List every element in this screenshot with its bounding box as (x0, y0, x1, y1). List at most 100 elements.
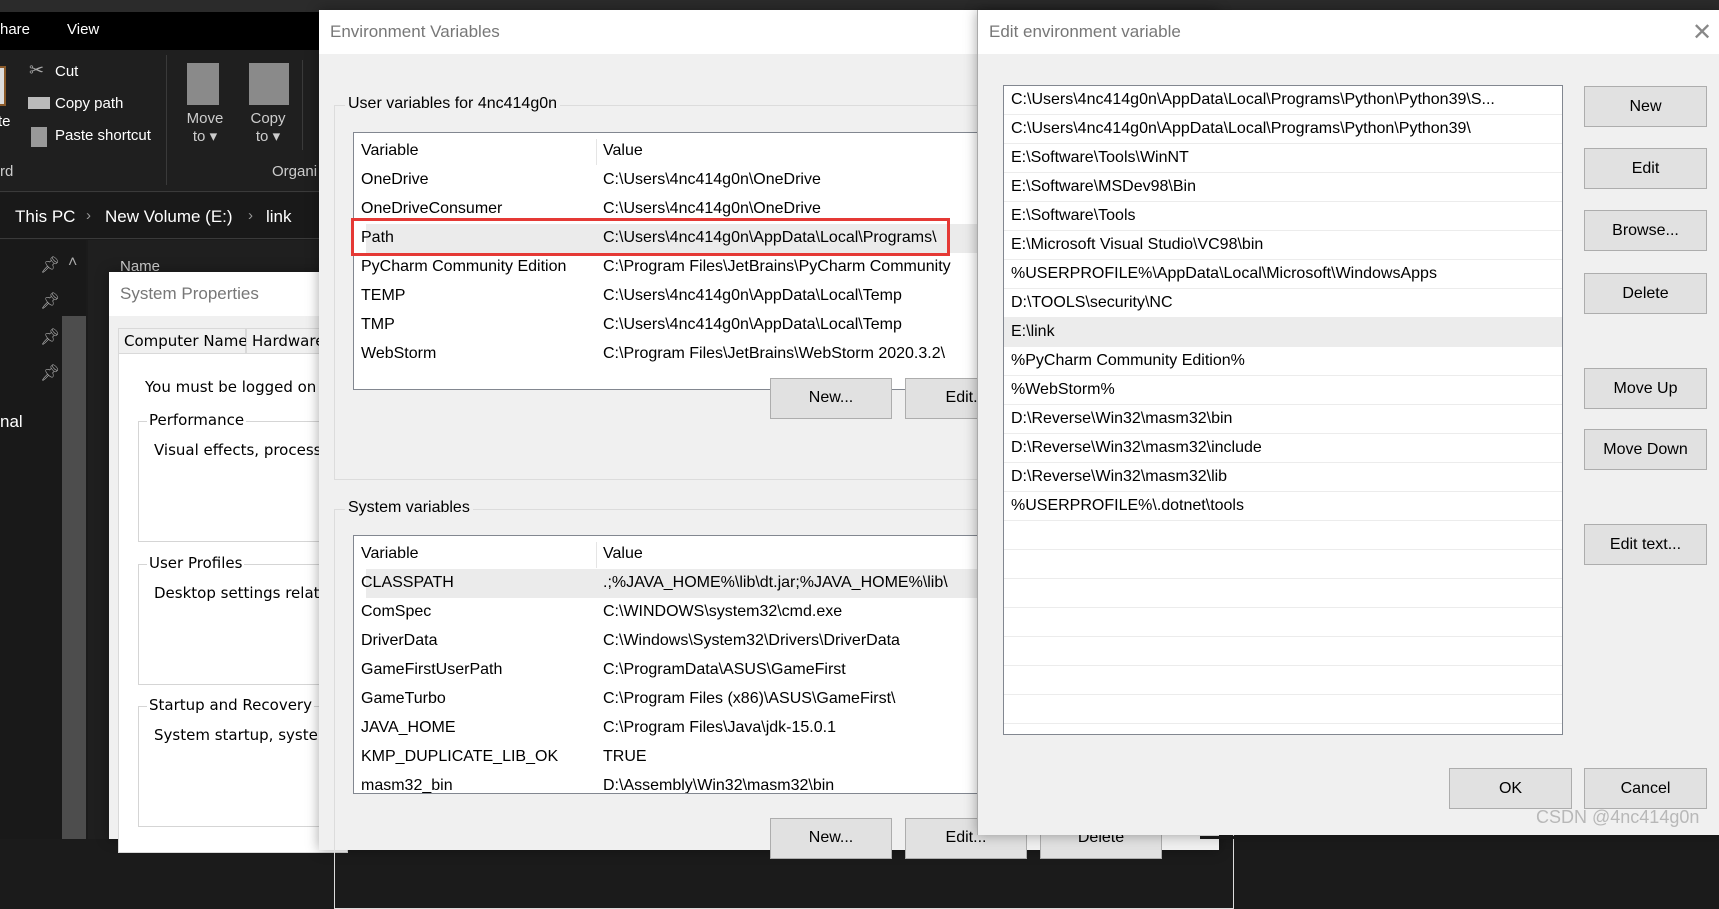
copy-path-button[interactable]: Copy path (55, 95, 123, 112)
ok-button[interactable]: OK (1449, 768, 1572, 809)
variable-name: TMP (361, 316, 395, 333)
window-title: Edit environment variable (989, 22, 1181, 41)
pin-icon: 📌︎ (40, 293, 61, 310)
copy-to-button[interactable]: Copy to ▾ (243, 110, 293, 145)
path-entry[interactable]: %WebStorm% (1004, 376, 1562, 405)
divider (302, 60, 303, 150)
paste-icon (0, 66, 6, 106)
cancel-button[interactable]: Cancel (1584, 768, 1707, 809)
empty-row[interactable] (1004, 550, 1562, 579)
column-divider[interactable] (596, 139, 597, 165)
move-to-icon (187, 63, 219, 105)
path-entry[interactable]: %PyCharm Community Edition% (1004, 347, 1562, 376)
paste-shortcut-button[interactable]: Paste shortcut (55, 127, 151, 144)
path-entry[interactable]: E:\link (1004, 318, 1562, 347)
window-title: Environment Variables (330, 22, 500, 41)
group-label: Startup and Recovery (147, 696, 314, 714)
move-down-button[interactable]: Move Down (1584, 429, 1707, 470)
move-up-button[interactable]: Move Up (1584, 368, 1707, 409)
variable-value: C:\Users\4nc414g0n\AppData\Local\Temp (603, 316, 902, 333)
variable-value: C:\Users\4nc414g0n\AppData\Local\Temp (603, 287, 902, 304)
explorer-menu-bar: hare View (0, 12, 320, 50)
empty-row[interactable] (1004, 608, 1562, 637)
column-header-variable[interactable]: Variable (361, 545, 419, 563)
path-entry[interactable]: D:\Reverse\Win32\masm32\bin (1004, 405, 1562, 434)
path-entry[interactable]: %USERPROFILE%\.dotnet\tools (1004, 492, 1562, 521)
path-entry[interactable]: E:\Software\MSDev98\Bin (1004, 173, 1562, 202)
empty-row[interactable] (1004, 637, 1562, 666)
path-entry[interactable]: E:\Software\Tools (1004, 202, 1562, 231)
variable-value: .;%JAVA_HOME%\lib\dt.jar;%JAVA_HOME%\lib… (603, 574, 948, 591)
copy-path-icon (28, 97, 50, 109)
path-entry[interactable]: D:\TOOLS\security\NC (1004, 289, 1562, 318)
variable-name: ComSpec (361, 603, 432, 620)
variable-name: OneDrive (361, 171, 429, 188)
path-entry[interactable]: C:\Users\4nc414g0n\AppData\Local\Program… (1004, 86, 1562, 115)
column-divider[interactable] (596, 542, 597, 568)
scrollbar-thumb[interactable] (62, 316, 86, 839)
empty-row[interactable] (1004, 521, 1562, 550)
breadcrumb-new-volume[interactable]: New Volume (E:) (105, 207, 233, 227)
pin-icon: 📌︎ (40, 329, 61, 346)
path-entry[interactable]: E:\Software\Tools\WinNT (1004, 144, 1562, 173)
empty-row[interactable] (1004, 724, 1562, 734)
variable-value: C:\WINDOWS\system32\cmd.exe (603, 603, 843, 620)
watermark: CSDN @4nc414g0n (1536, 807, 1700, 827)
variable-value: D:\Assembly\Win32\masm32\bin (603, 777, 835, 794)
title-bar: Edit environment variable ✕ (978, 10, 1719, 54)
column-header-value[interactable]: Value (603, 142, 643, 160)
variable-name: PyCharm Community Edition (361, 258, 567, 275)
cut-button[interactable]: Cut (55, 63, 78, 80)
variable-value: C:\Program Files\JetBrains\PyCharm Commu… (603, 258, 951, 275)
tab-panel: You must be logged on a Performance Visu… (118, 353, 358, 853)
breadcrumb-this-pc[interactable]: This PC (15, 207, 75, 227)
variable-value: C:\Users\4nc414g0n\OneDrive (603, 171, 821, 188)
group-label: System variables (345, 499, 473, 517)
path-entries-list[interactable]: C:\Users\4nc414g0n\AppData\Local\Program… (1003, 85, 1563, 735)
title-bar: System Properties (109, 272, 339, 316)
empty-row[interactable] (1004, 579, 1562, 608)
user-new-button[interactable]: New... (770, 378, 892, 419)
empty-row[interactable] (1004, 666, 1562, 695)
browse-button[interactable]: Browse... (1584, 210, 1707, 251)
variable-name: OneDriveConsumer (361, 200, 503, 217)
path-entry[interactable]: C:\Users\4nc414g0n\AppData\Local\Program… (1004, 115, 1562, 144)
nav-item[interactable]: nal (0, 412, 23, 432)
edit-text-button[interactable]: Edit text... (1584, 524, 1707, 565)
delete-button[interactable]: Delete (1584, 273, 1707, 314)
variable-value: C:\ProgramData\ASUS\GameFirst (603, 661, 846, 678)
variable-value: C:\Windows\System32\Drivers\DriverData (603, 632, 900, 649)
scissors-icon: ✂ (29, 60, 45, 80)
address-bar[interactable]: This PC › New Volume (E:) › link (0, 193, 320, 239)
paste-label[interactable]: te (0, 113, 11, 130)
column-header-variable[interactable]: Variable (361, 142, 419, 160)
organize-group-label: Organi (272, 163, 318, 180)
variable-value: C:\Program Files\Java\jdk-15.0.1 (603, 719, 836, 736)
chevron-up-icon[interactable]: ˄ (68, 254, 77, 272)
close-icon[interactable]: ✕ (1692, 18, 1712, 47)
pin-icon: 📌︎ (40, 365, 61, 382)
edit-button[interactable]: Edit (1584, 148, 1707, 189)
move-to-button[interactable]: Move to ▾ (180, 110, 230, 145)
column-header-value[interactable]: Value (603, 545, 643, 563)
variable-value: C:\Program Files\JetBrains\WebStorm 2020… (603, 345, 946, 362)
window-title: System Properties (120, 284, 259, 303)
new-button[interactable]: New (1584, 86, 1707, 127)
copy-to-icon (249, 63, 289, 105)
path-entry[interactable]: %USERPROFILE%\AppData\Local\Microsoft\Wi… (1004, 260, 1562, 289)
variable-name: JAVA_HOME (361, 719, 456, 736)
variable-name: GameFirstUserPath (361, 661, 503, 678)
chevron-right-icon: › (86, 207, 91, 224)
path-entry[interactable]: E:\Microsoft Visual Studio\VC98\bin (1004, 231, 1562, 260)
menu-share[interactable]: hare (0, 21, 30, 38)
pin-icon: 📌︎ (40, 257, 61, 274)
menu-view[interactable]: View (67, 21, 99, 38)
divider (166, 55, 167, 185)
tab-computer-name[interactable]: Computer Name (118, 328, 248, 354)
breadcrumb-link[interactable]: link (266, 207, 292, 227)
variable-name: DriverData (361, 632, 438, 649)
path-entry[interactable]: D:\Reverse\Win32\masm32\lib (1004, 463, 1562, 492)
path-entry[interactable]: D:\Reverse\Win32\masm32\include (1004, 434, 1562, 463)
empty-row[interactable] (1004, 695, 1562, 724)
chevron-right-icon: › (248, 207, 253, 224)
